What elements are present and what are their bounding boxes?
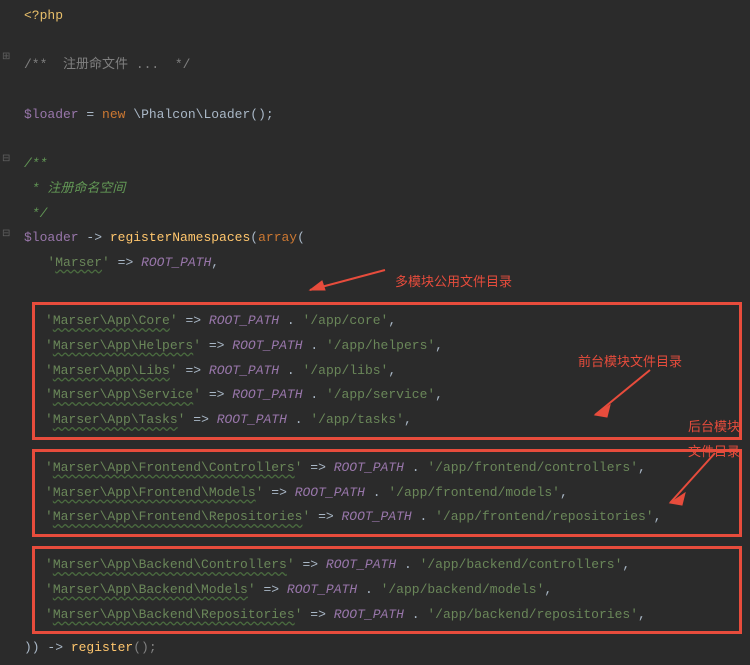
arrow-icon (660, 448, 730, 518)
code-line: 'Marser\App\Frontend\Controllers' => ROO… (35, 456, 739, 481)
highlight-box-frontend: 'Marser\App\Frontend\Controllers' => ROO… (32, 449, 742, 537)
code-line: 'Marser\App\Frontend\Repositories' => RO… (35, 505, 739, 530)
annotation-shared: 多模块公用文件目录 (395, 270, 512, 295)
code-line: */ (12, 202, 750, 227)
fold-mark-icon[interactable]: ⊟ (2, 225, 10, 244)
fold-mark-icon[interactable]: ⊟ (2, 150, 10, 169)
code-line: <?php (12, 4, 750, 29)
code-line: $loader -> registerNamespaces(array( (12, 226, 750, 251)
code-line: 'Marser\App\Core' => ROOT_PATH . '/app/c… (35, 309, 739, 334)
arrow-icon (300, 265, 390, 295)
blank-line (12, 29, 750, 54)
code-line: 'Marser\App\Backend\Repositories' => ROO… (35, 603, 739, 628)
code-line: 'Marser\App\Backend\Models' => ROOT_PATH… (35, 578, 739, 603)
code-line: * 注册命名空间 (12, 177, 750, 202)
code-line: )) -> register(); (12, 636, 750, 661)
blank-line (12, 78, 750, 103)
blank-line (12, 127, 750, 152)
code-line: 'Marser\App\Backend\Controllers' => ROOT… (35, 553, 739, 578)
code-line: $loader = new \Phalcon\Loader(); (12, 103, 750, 128)
code-line: 'Marser\App\Frontend\Models' => ROOT_PAT… (35, 481, 739, 506)
blank-line (12, 442, 750, 447)
highlight-box-backend: 'Marser\App\Backend\Controllers' => ROOT… (32, 546, 742, 634)
code-line: /** (12, 152, 750, 177)
blank-line (12, 539, 750, 544)
code-line: /** 注册命文件 ... */ (12, 53, 750, 78)
arrow-icon (585, 365, 665, 425)
php-open-tag: <?php (24, 8, 63, 23)
code-editor: <?php ⊞ /** 注册命文件 ... */ $loader = new \… (0, 0, 750, 665)
fold-mark-icon[interactable]: ⊞ (2, 48, 10, 67)
